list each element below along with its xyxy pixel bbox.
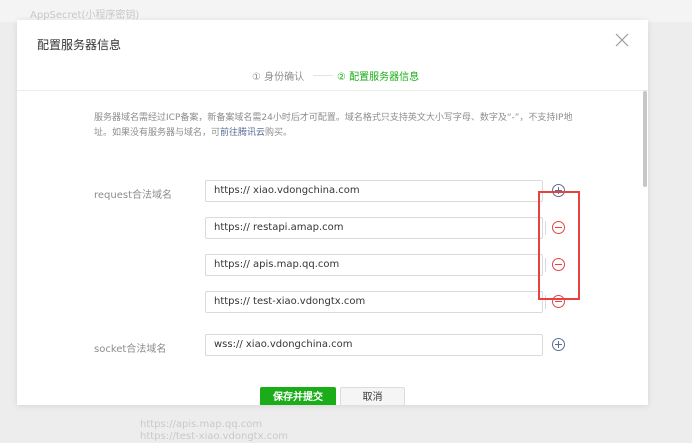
background-title: AppSecret(小程序密钥) xyxy=(30,10,140,21)
scrollbar[interactable] xyxy=(642,91,648,405)
request-domain-input[interactable]: https:// test-xiao.vdongtx.com xyxy=(205,291,543,313)
background-domain-line: https://apis.map.qq.com xyxy=(140,419,263,430)
socket-domain-label: socket合法域名 xyxy=(94,344,167,355)
background-domain-line: https://test-xiao.vdongtx.com xyxy=(140,431,289,442)
tencent-cloud-link[interactable]: 前往腾讯云 xyxy=(220,128,265,138)
server-config-dialog: 配置服务器信息 ① 身份确认 ② 配置服务器信息 服务器域名需经过ICP备案，新… xyxy=(17,20,648,405)
save-submit-button[interactable]: 保存并提交 xyxy=(260,387,336,405)
step-indicator: ① 身份确认 ② 配置服务器信息 xyxy=(17,68,648,84)
dialog-body: 服务器域名需经过ICP备案，新备案域名需24小时后才可配置。域名格式只支持英文大… xyxy=(17,91,648,405)
request-domain-input[interactable]: https:// xiao.vdongchina.com xyxy=(205,180,543,202)
highlight-annotation xyxy=(538,191,580,300)
request-domain-input[interactable]: https:// restapi.amap.com xyxy=(205,217,543,239)
notice-text-end: 购买。 xyxy=(265,128,293,138)
domain-notice: 服务器域名需经过ICP备案，新备案域名需24小时后才可配置。域名格式只支持英文大… xyxy=(94,111,574,141)
close-icon[interactable] xyxy=(613,31,631,49)
dialog-title: 配置服务器信息 xyxy=(37,38,122,52)
scrollbar-thumb[interactable] xyxy=(643,91,647,187)
step-server-config: ② 配置服务器信息 xyxy=(337,72,420,83)
step-connector xyxy=(313,75,333,76)
request-domain-label: request合法域名 xyxy=(94,190,173,201)
add-socket-domain-icon[interactable] xyxy=(552,338,565,351)
socket-domain-input[interactable]: wss:// xiao.vdongchina.com xyxy=(205,334,543,356)
notice-text: 服务器域名需经过ICP备案，新备案域名需24小时后才可配置。域名格式只支持英文大… xyxy=(94,113,573,138)
request-domain-input[interactable]: https:// apis.map.qq.com xyxy=(205,254,543,276)
cancel-button[interactable]: 取消 xyxy=(340,387,405,405)
background-header: AppSecret(小程序密钥) xyxy=(0,0,692,22)
step-identity-confirm: ① 身份确认 xyxy=(252,72,305,83)
